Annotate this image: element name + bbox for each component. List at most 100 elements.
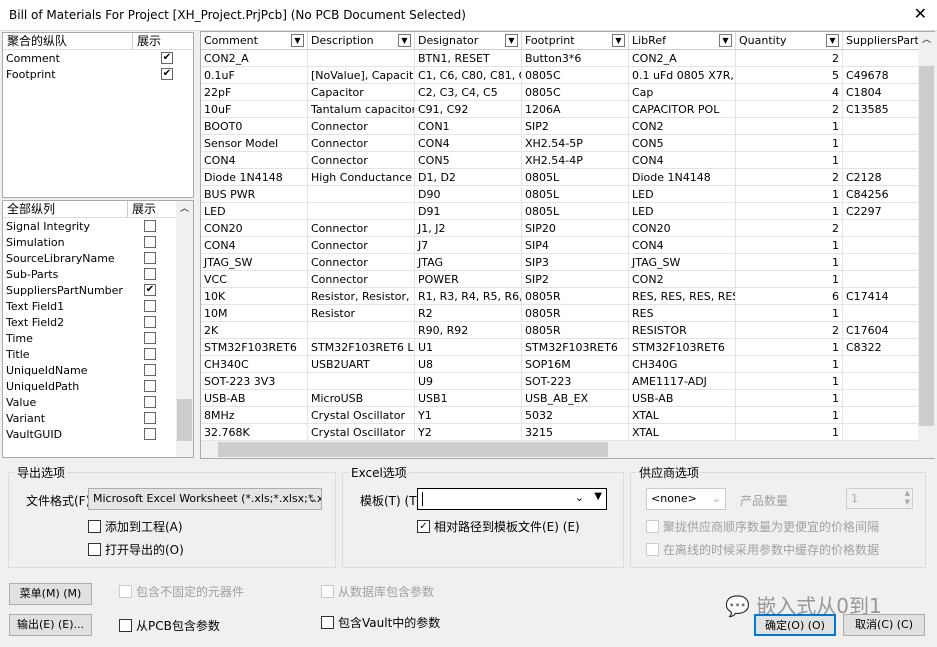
table-cell: C84256 [843,186,918,203]
include-db-params-checkbox[interactable]: 从数据库包含参数 [321,583,434,600]
table-cell: 5032 [522,407,629,424]
list-item[interactable]: VaultGUID [3,426,193,442]
filter-dropdown-icon[interactable]: ▼ [612,34,625,47]
table-cell: U1 [415,339,522,356]
checkbox[interactable] [144,220,156,232]
table-cell: 0805C [522,67,629,84]
ok-button[interactable]: 确定(O) (O) [754,614,836,636]
checkbox[interactable] [144,332,156,344]
table-cell: 0805R [522,288,629,305]
table-cell: 2 [736,50,843,67]
all-columns-list[interactable]: 全部纵列 展示 Signal Integrity Simulation SourceL… [2,200,194,458]
table-cell: Button3*6 [522,50,629,67]
list-item-label: Title [6,347,30,361]
add-to-project-checkbox[interactable]: 添加到工程(A) [88,518,183,535]
list-item[interactable]: Text Field1 [3,298,193,314]
close-icon[interactable]: ✕ [914,4,927,23]
offline-cache-checkbox[interactable]: 在离线的时候采用参数中缓存的价格数据 [646,541,879,558]
table-cell: STM32F103RET6 [629,339,736,356]
table-cell: 4 [736,84,843,101]
product-qty-stepper[interactable]: 1 ▲ ▼ [846,488,913,509]
file-format-select[interactable]: Microsoft Excel Worksheet (*.xls;*.xlsx;… [88,488,322,510]
checkbox[interactable] [144,236,156,248]
chevron-down-icon: ⌄ [307,492,317,505]
relative-path-checkbox[interactable]: ✓ 相对路径到模板文件(E) (E) [417,518,580,535]
checkbox[interactable] [144,412,156,424]
checkbox[interactable] [144,380,156,392]
filter-dropdown-icon[interactable]: ▼ [505,34,518,47]
scroll-thumb[interactable] [177,399,192,441]
column-header-supplierspartnumber[interactable]: SuppliersPartNumber [843,32,918,50]
list-item[interactable]: SourceLibraryName [3,250,193,266]
table-cell: CON5 [415,152,522,169]
checkbox[interactable] [144,316,156,328]
table-cell: Diode 1N4148 [629,169,736,186]
list-item[interactable]: UniqueIdName [3,362,193,378]
export-button[interactable]: 输出(E) (E)... [9,614,92,636]
filter-dropdown-icon[interactable]: ▼ [719,34,732,47]
filter-dropdown-icon[interactable]: ▼ [826,34,839,47]
open-exported-checkbox[interactable]: 打开导出的(O) [88,541,184,558]
column-header-quantity[interactable]: Quantity ▼ [736,32,843,50]
aggregate-supplier-checkbox[interactable]: 聚拢供应商顺序数量为更便宜的价格间隔 [646,518,879,535]
table-cell: CON2_A [629,50,736,67]
scroll-thumb[interactable] [919,66,934,426]
table-cell: JTAG_SW [201,254,308,271]
list-item[interactable]: Footprint ✔ [3,66,193,82]
column-header-comment[interactable]: Comment ▼ [201,32,308,50]
table-cell: 1 [736,237,843,254]
table-cell: R1, R3, R4, R5, R6, R [415,288,522,305]
list-item[interactable]: Simulation [3,234,193,250]
dropdown-arrow-icon[interactable]: ▼ [594,491,602,502]
list-item[interactable]: SuppliersPartNumber ✔ [3,282,193,298]
include-pcb-params-checkbox[interactable]: 从PCB包含参数 [119,617,220,634]
column-header-libref[interactable]: LibRef ▼ [629,32,736,50]
list-item[interactable]: Time [3,330,193,346]
bom-table[interactable]: Comment ▼ Description ▼ Designator ▼ Footprint… [200,31,935,459]
table-cell: C13585 [843,101,918,118]
supplier-select[interactable]: <none> ⌄ [646,488,726,510]
checkbox[interactable] [144,428,156,440]
column-header-description[interactable]: Description ▼ [308,32,415,50]
table-vertical-scrollbar[interactable]: ︿ [918,32,935,441]
filter-dropdown-icon[interactable]: ▼ [398,34,411,47]
include-vault-params-checkbox[interactable]: 包含Vault中的参数 [321,614,440,631]
filter-dropdown-icon[interactable]: ▼ [291,34,304,47]
table-cell: 2 [736,101,843,118]
list-item[interactable]: Variant [3,410,193,426]
list-item-label: Text Field1 [6,299,65,313]
checkbox[interactable]: ✔ [161,68,173,80]
checkbox[interactable]: ✔ [144,284,156,296]
template-input[interactable] [422,492,423,506]
checkbox[interactable]: ✔ [161,52,173,64]
column-header-designator[interactable]: Designator ▼ [415,32,522,50]
scroll-thumb[interactable] [218,442,608,457]
template-combobox[interactable]: ⌄ ▼ [417,488,607,510]
checkbox[interactable] [144,396,156,408]
list-item[interactable]: Text Field2 [3,314,193,330]
checkbox[interactable] [144,348,156,360]
list-item[interactable]: Title [3,346,193,362]
list-item[interactable]: Value [3,394,193,410]
supplier-options-legend: 供应商选项 [639,466,700,480]
cancel-button[interactable]: 取消(C) (C) [843,614,925,636]
checkbox[interactable] [144,252,156,264]
list-item[interactable]: UniqueIdPath [3,378,193,394]
include-non-fitted-checkbox[interactable]: 包含不固定的元器件 [119,583,244,600]
list-item[interactable]: Sub-Parts [3,266,193,282]
table-horizontal-scrollbar[interactable] [201,441,935,458]
menu-button[interactable]: 菜单(M) (M) [9,583,92,605]
table-cell: 32.768K [201,424,308,441]
checkbox[interactable] [144,300,156,312]
table-cell: [NoValue], Capacitor [308,67,415,84]
table-cell [843,254,918,271]
checkbox[interactable] [144,364,156,376]
all-columns-scrollbar[interactable]: ︿ [176,201,193,457]
table-cell: SOP16M [522,356,629,373]
list-item[interactable]: Signal Integrity [3,218,193,234]
grouped-columns-list[interactable]: 聚合的纵队 展示 Comment ✔ Footprint ✔ [2,32,194,198]
list-item[interactable]: Comment ✔ [3,50,193,66]
column-header-footprint[interactable]: Footprint ▼ [522,32,629,50]
checkbox[interactable] [144,268,156,280]
stepper-arrows-icon[interactable]: ▲ ▼ [905,489,910,507]
